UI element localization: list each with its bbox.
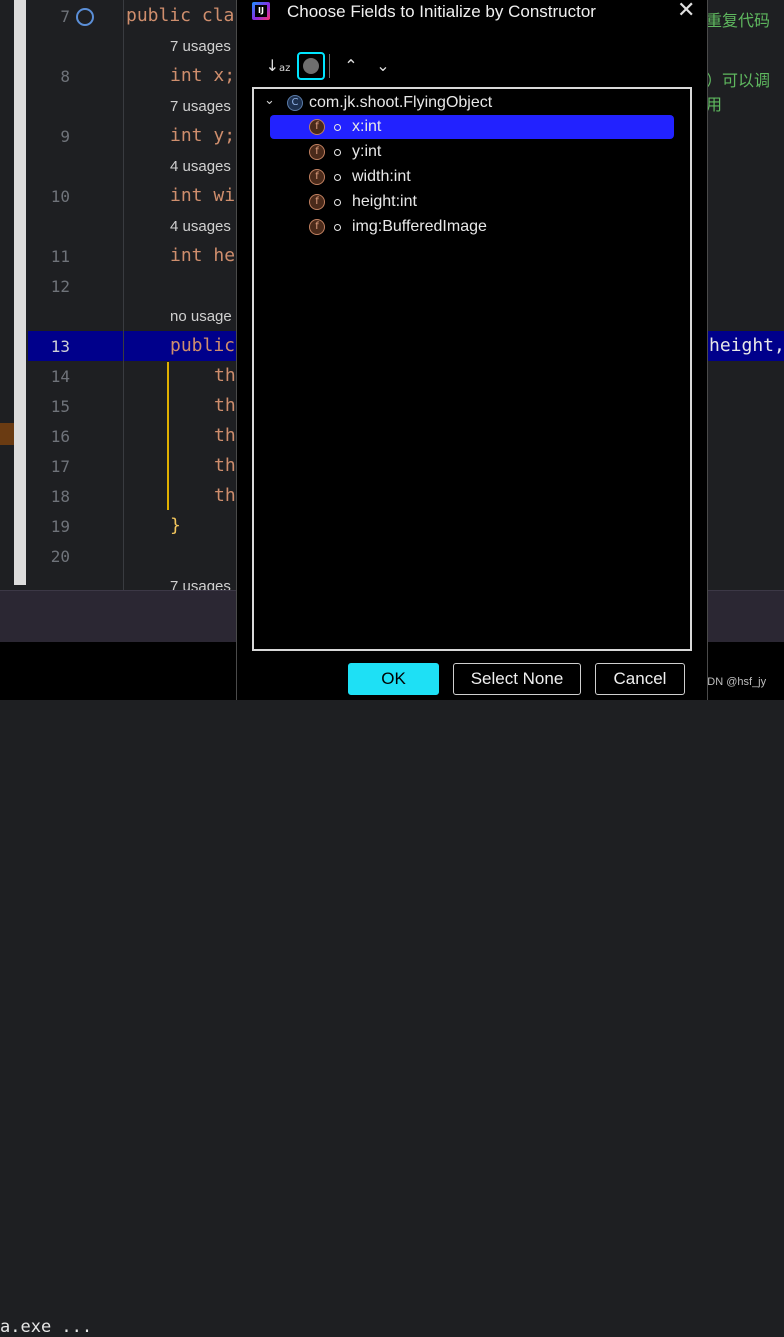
usages-hint[interactable]: 4 usages [170, 158, 231, 175]
toolbar-separator [329, 54, 330, 78]
field-row[interactable]: f img:BufferedImage [254, 215, 690, 239]
line-number: 18 [50, 487, 70, 506]
tree-root-label: com.jk.shoot.FlyingObject [309, 94, 493, 111]
field-icon: f [309, 144, 325, 160]
line-number: 20 [50, 547, 70, 566]
selection-highlight [270, 115, 674, 139]
line-number: 8 [60, 67, 70, 86]
code-line-8: int x; [170, 65, 236, 86]
field-row[interactable]: f height:int [254, 190, 690, 214]
line-number: 14 [50, 367, 70, 386]
usages-hint[interactable]: 7 usages [170, 38, 231, 55]
code-comment: ）可以调用 [706, 71, 771, 114]
code-comment: 重复代码 [706, 11, 771, 30]
field-row[interactable]: f x:int [254, 115, 690, 139]
usages-hint[interactable]: 4 usages [170, 218, 231, 235]
field-label: x:int [352, 118, 382, 135]
line-number: 12 [50, 277, 70, 296]
tree-root-row[interactable]: ⌄ C com.jk.shoot.FlyingObject [254, 91, 690, 115]
code-line-15: th [214, 395, 236, 416]
code-line-16: th [214, 425, 236, 446]
sort-alpha-icon[interactable]: ↓az [265, 52, 291, 80]
usages-hint[interactable]: 7 usages [170, 98, 231, 115]
editor-left-strip [0, 0, 14, 590]
code-line-9: int y; [170, 125, 236, 146]
line-number: 15 [50, 397, 70, 416]
package-visibility-icon [334, 149, 341, 156]
usages-hint[interactable]: no usage [170, 308, 232, 325]
expand-all-icon[interactable]: ⌃ [338, 52, 364, 80]
code-line-17: th [214, 455, 236, 476]
code-line-7: public cla [126, 5, 235, 26]
cancel-button[interactable]: Cancel [595, 663, 685, 695]
field-label: y:int [352, 143, 382, 160]
intellij-logo-icon: IJ [252, 2, 270, 20]
code-line-10: int wi [170, 185, 236, 206]
indent-guide [167, 362, 169, 510]
show-visibility-icon[interactable] [297, 52, 325, 80]
code-line-19: } [170, 515, 181, 536]
line-number: 7 [60, 7, 70, 26]
collapse-all-icon[interactable]: ⌄ [370, 52, 396, 80]
line-number: 17 [50, 457, 70, 476]
field-icon: f [309, 119, 325, 135]
field-icon: f [309, 194, 325, 210]
field-icon: f [309, 219, 325, 235]
breakpoint-marker [0, 423, 14, 445]
line-number: 9 [60, 127, 70, 146]
close-icon[interactable]: ✕ [677, 0, 695, 22]
field-icon: f [309, 169, 325, 185]
select-none-button[interactable]: Select None [453, 663, 581, 695]
code-fragment: height, [709, 335, 784, 356]
choose-fields-dialog: IJ Choose Fields to Initialize by Constr… [236, 0, 708, 700]
line-number: 10 [50, 187, 70, 206]
line-number: 11 [50, 247, 70, 266]
package-visibility-icon [334, 224, 341, 231]
implementations-gutter-icon[interactable] [76, 8, 94, 26]
line-number: 16 [50, 427, 70, 446]
field-label: width:int [352, 168, 411, 185]
code-line-13: public [170, 335, 236, 356]
field-label: height:int [352, 193, 417, 210]
editor-scrollbar[interactable] [14, 0, 26, 585]
package-visibility-icon [334, 124, 341, 131]
fields-tree[interactable]: ⌄ C com.jk.shoot.FlyingObject f x:int f … [252, 87, 692, 651]
class-icon: C [287, 95, 303, 111]
field-row[interactable]: f width:int [254, 165, 690, 189]
code-line-18: th [214, 485, 236, 506]
dialog-title: Choose Fields to Initialize by Construct… [287, 2, 596, 21]
package-visibility-icon [334, 174, 341, 181]
chevron-down-icon[interactable]: ⌄ [264, 93, 275, 108]
terminal-output: a.exe ... [0, 1317, 93, 1337]
line-number: 19 [50, 517, 70, 536]
line-number: 13 [50, 337, 70, 356]
ok-button[interactable]: OK [348, 663, 439, 695]
field-row[interactable]: f y:int [254, 140, 690, 164]
package-visibility-icon [334, 199, 341, 206]
code-line-11: int he [170, 245, 236, 266]
code-line-14: th [214, 365, 236, 386]
gutter-separator [123, 0, 124, 590]
field-label: img:BufferedImage [352, 218, 487, 235]
